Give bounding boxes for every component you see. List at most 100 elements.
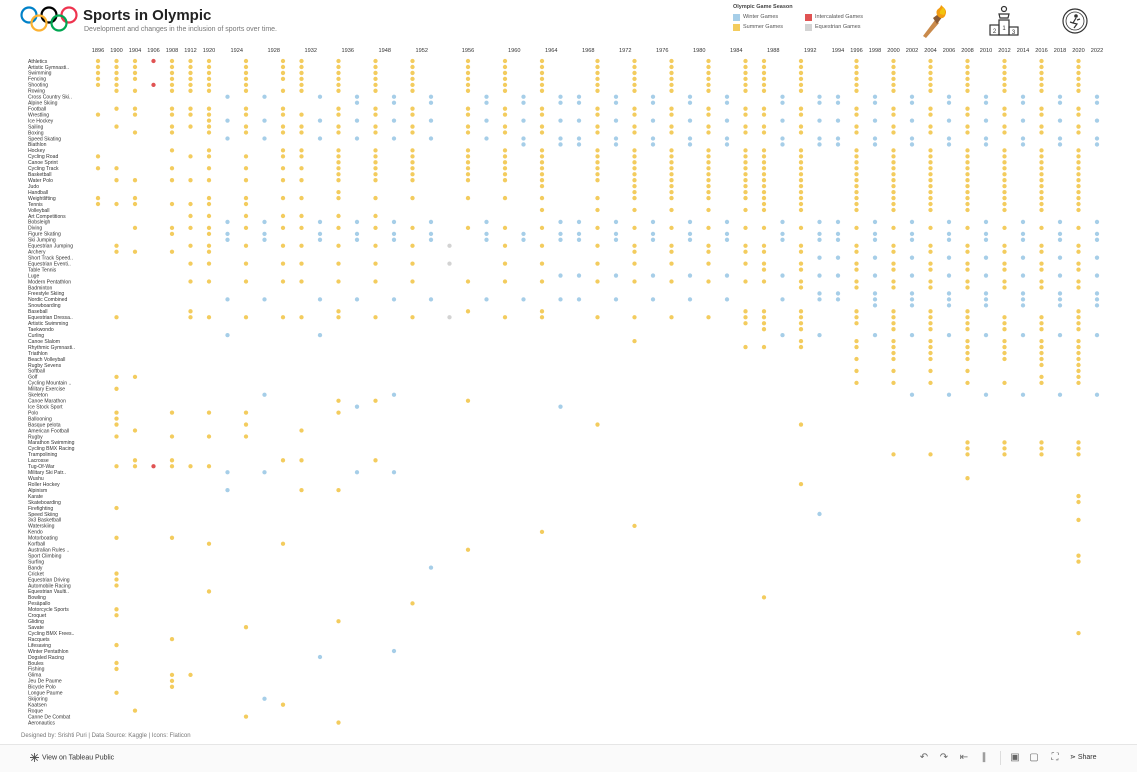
sport-year-dot[interactable] bbox=[909, 291, 915, 296]
sport-year-dot[interactable] bbox=[1039, 154, 1044, 159]
sport-year-dot[interactable] bbox=[798, 422, 804, 427]
sport-year-dot[interactable] bbox=[114, 583, 119, 588]
sport-year-dot[interactable] bbox=[95, 58, 101, 64]
sport-year-dot[interactable] bbox=[595, 148, 600, 153]
sport-year-dot[interactable] bbox=[243, 106, 249, 111]
sport-year-dot[interactable] bbox=[373, 58, 378, 64]
sport-year-dot[interactable] bbox=[1057, 94, 1063, 99]
sport-year-dot[interactable] bbox=[206, 64, 212, 70]
share-button[interactable]: ⋗ Share bbox=[1070, 753, 1097, 761]
sport-year-dot[interactable] bbox=[872, 333, 878, 338]
sport-year-dot[interactable] bbox=[761, 321, 767, 326]
sport-year-dot[interactable] bbox=[780, 231, 785, 236]
sport-year-dot[interactable] bbox=[761, 76, 767, 82]
sport-year-dot[interactable] bbox=[410, 130, 415, 135]
sport-year-dot[interactable] bbox=[1076, 380, 1081, 385]
sport-year-dot[interactable] bbox=[817, 291, 822, 296]
sport-year-dot[interactable] bbox=[1039, 148, 1044, 153]
sport-year-dot[interactable] bbox=[928, 106, 933, 111]
sport-year-dot[interactable] bbox=[669, 166, 674, 171]
sport-year-dot[interactable] bbox=[521, 118, 526, 123]
sport-year-dot[interactable] bbox=[891, 160, 896, 165]
sport-year-dot[interactable] bbox=[909, 297, 915, 302]
sport-year-dot[interactable] bbox=[484, 136, 489, 141]
sport-year-dot[interactable] bbox=[1094, 118, 1100, 123]
sport-year-dot[interactable] bbox=[1076, 362, 1081, 368]
sport-year-dot[interactable] bbox=[484, 231, 489, 236]
sport-year-dot[interactable] bbox=[243, 88, 249, 93]
sport-year-dot[interactable] bbox=[299, 58, 304, 64]
sport-year-dot[interactable] bbox=[872, 303, 878, 308]
sport-year-dot[interactable] bbox=[891, 285, 896, 290]
sport-year-dot[interactable] bbox=[262, 118, 267, 123]
sport-year-dot[interactable] bbox=[650, 219, 656, 225]
sport-year-dot[interactable] bbox=[206, 464, 212, 469]
sport-year-dot[interactable] bbox=[946, 303, 952, 308]
sport-year-dot[interactable] bbox=[632, 279, 637, 284]
sport-year-dot[interactable] bbox=[428, 94, 434, 99]
sport-year-dot[interactable] bbox=[336, 88, 341, 93]
sport-year-dot[interactable] bbox=[743, 154, 748, 159]
sport-year-dot[interactable] bbox=[613, 237, 619, 242]
sport-year-dot[interactable] bbox=[761, 124, 767, 129]
sport-year-dot[interactable] bbox=[798, 315, 804, 320]
sport-year-dot[interactable] bbox=[891, 154, 896, 159]
sport-year-dot[interactable] bbox=[854, 172, 859, 177]
sport-year-dot[interactable] bbox=[613, 136, 619, 141]
sport-year-dot[interactable] bbox=[1057, 231, 1063, 236]
sport-year-dot[interactable] bbox=[854, 249, 859, 254]
sport-year-dot[interactable] bbox=[965, 112, 970, 117]
sport-year-dot[interactable] bbox=[872, 237, 878, 242]
sport-year-dot[interactable] bbox=[706, 106, 711, 111]
sport-year-dot[interactable] bbox=[650, 297, 656, 302]
sport-year-dot[interactable] bbox=[1002, 243, 1007, 248]
sport-year-dot[interactable] bbox=[410, 172, 415, 177]
sport-year-dot[interactable] bbox=[336, 619, 341, 624]
pause-icon[interactable]: ∥ bbox=[977, 751, 991, 765]
sport-year-dot[interactable] bbox=[983, 237, 989, 242]
sport-year-dot[interactable] bbox=[484, 94, 489, 99]
sport-year-dot[interactable] bbox=[410, 243, 415, 248]
sport-year-dot[interactable] bbox=[354, 136, 360, 141]
sport-year-dot[interactable] bbox=[928, 82, 933, 87]
sport-year-dot[interactable] bbox=[780, 219, 785, 225]
sport-year-dot[interactable] bbox=[169, 76, 175, 82]
sport-year-dot[interactable] bbox=[114, 505, 119, 511]
sport-year-dot[interactable] bbox=[1039, 166, 1044, 171]
sport-year-dot[interactable] bbox=[595, 166, 600, 171]
sport-year-dot[interactable] bbox=[484, 237, 489, 242]
sport-year-dot[interactable] bbox=[946, 297, 952, 302]
sport-year-dot[interactable] bbox=[817, 231, 822, 236]
sport-year-dot[interactable] bbox=[1002, 321, 1007, 326]
sport-year-dot[interactable] bbox=[1002, 380, 1007, 385]
sport-year-dot[interactable] bbox=[299, 70, 304, 76]
sport-year-dot[interactable] bbox=[891, 82, 896, 87]
sport-year-dot[interactable] bbox=[872, 297, 878, 302]
sport-year-dot[interactable] bbox=[206, 261, 212, 266]
sport-year-dot[interactable] bbox=[1076, 493, 1081, 499]
sport-year-dot[interactable] bbox=[669, 130, 674, 135]
sport-year-dot[interactable] bbox=[465, 70, 471, 76]
sport-year-dot[interactable] bbox=[521, 297, 526, 302]
sport-year-dot[interactable] bbox=[354, 404, 360, 409]
sport-year-dot[interactable] bbox=[761, 195, 767, 201]
sport-year-dot[interactable] bbox=[761, 160, 767, 165]
sport-year-dot[interactable] bbox=[743, 315, 748, 320]
sport-year-dot[interactable] bbox=[225, 470, 230, 475]
sport-year-dot[interactable] bbox=[1076, 189, 1081, 195]
sport-year-dot[interactable] bbox=[1076, 82, 1081, 87]
sport-year-dot[interactable] bbox=[724, 231, 730, 236]
sport-year-dot[interactable] bbox=[687, 94, 693, 99]
sport-year-dot[interactable] bbox=[724, 297, 730, 302]
sport-year-dot[interactable] bbox=[928, 327, 933, 332]
sport-year-dot[interactable] bbox=[891, 338, 896, 344]
sport-year-dot[interactable] bbox=[1039, 106, 1044, 111]
sport-year-dot[interactable] bbox=[706, 178, 711, 183]
sport-year-dot[interactable] bbox=[465, 225, 471, 231]
sport-year-dot[interactable] bbox=[835, 100, 841, 105]
sport-year-dot[interactable] bbox=[1039, 338, 1044, 344]
sport-year-dot[interactable] bbox=[743, 178, 748, 183]
sport-year-dot[interactable] bbox=[1057, 142, 1063, 147]
sport-year-dot[interactable] bbox=[743, 112, 748, 117]
sport-year-dot[interactable] bbox=[798, 344, 804, 350]
